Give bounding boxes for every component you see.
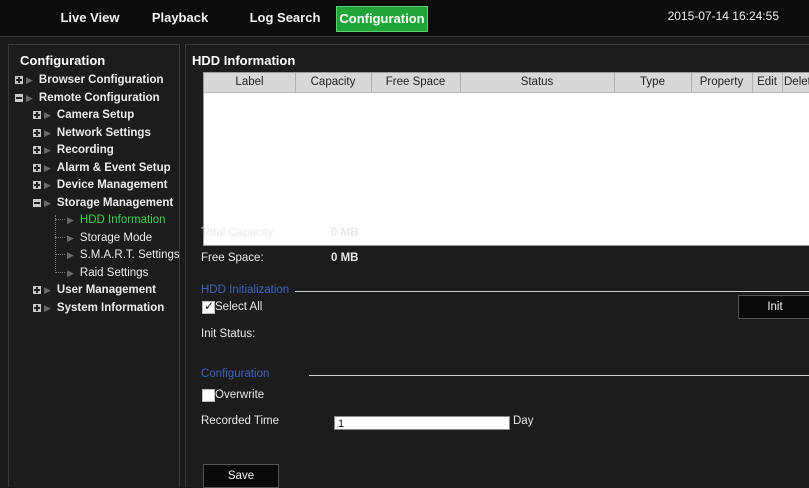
- column-header-label: Label: [204, 73, 296, 92]
- expand-plus-icon[interactable]: [15, 76, 23, 84]
- sidebar: Configuration ▶ Browser Configuration ▶ Re…: [8, 44, 180, 487]
- page-title: HDD Information: [192, 53, 296, 68]
- hdd-table: Label Capacity Free Space Status Type Pr…: [203, 72, 809, 246]
- sidebar-item-network-settings[interactable]: ▶ Network Settings: [33, 125, 151, 141]
- sidebar-item-device-management[interactable]: ▶ Device Management: [33, 177, 168, 193]
- free-space-label: Free Space:: [201, 252, 264, 264]
- expand-plus-icon[interactable]: [33, 181, 41, 189]
- expand-plus-icon[interactable]: [33, 304, 41, 312]
- sidebar-item-recording[interactable]: ▶ Recording: [33, 142, 114, 158]
- sidebar-item-browser-configuration[interactable]: ▶ Browser Configuration: [15, 72, 164, 88]
- overwrite-checkbox[interactable]: [202, 389, 215, 402]
- column-header-delete: Delete: [784, 76, 809, 88]
- column-header-status: Status: [460, 73, 615, 92]
- overwrite-label: Overwrite: [215, 389, 265, 401]
- tab-playback[interactable]: Playback: [140, 6, 220, 30]
- collapse-minus-icon[interactable]: [33, 199, 41, 207]
- sidebar-item-hdd-information[interactable]: ▶ HDD Information: [55, 212, 166, 228]
- init-button[interactable]: Init: [738, 295, 809, 319]
- total-capacity-label: Total Capacity:: [201, 227, 277, 239]
- main-panel: HDD Information Label Capacity Free Spac…: [185, 44, 809, 488]
- section-divider: [309, 375, 809, 376]
- arrow-right-icon: ▶: [44, 128, 51, 138]
- free-space-value: 0 MB: [331, 252, 359, 264]
- tab-live-view[interactable]: Live View: [46, 6, 134, 30]
- arrow-right-icon: ▶: [44, 198, 51, 208]
- arrow-right-icon: ▶: [67, 233, 74, 243]
- sidebar-item-system-information[interactable]: ▶ System Information: [33, 300, 164, 316]
- arrow-right-icon: ▶: [26, 93, 33, 103]
- collapse-minus-icon[interactable]: [15, 94, 23, 102]
- column-header-capacity: Capacity: [295, 73, 372, 92]
- recorded-time-label: Recorded Time: [201, 415, 279, 427]
- column-header-type: Type: [614, 73, 692, 92]
- arrow-right-icon: ▶: [44, 180, 51, 190]
- sidebar-item-raid-settings[interactable]: ▶ Raid Settings: [55, 265, 148, 281]
- arrow-right-icon: ▶: [44, 163, 51, 173]
- select-all-checkbox[interactable]: ✓: [202, 299, 215, 314]
- arrow-right-icon: ▶: [44, 110, 51, 120]
- init-status-label: Init Status:: [201, 328, 256, 340]
- column-header-edit: Edit: [752, 73, 783, 92]
- arrow-right-icon: ▶: [67, 215, 74, 225]
- sidebar-item-storage-mode[interactable]: ▶ Storage Mode: [55, 230, 152, 246]
- arrow-right-icon: ▶: [44, 145, 51, 155]
- hdd-initialization-section-title: HDD Initialization: [201, 284, 290, 296]
- tab-configuration[interactable]: Configuration: [336, 6, 428, 32]
- sidebar-item-camera-setup[interactable]: ▶ Camera Setup: [33, 107, 134, 123]
- top-navigation-bar: Live View Playback Log Search Configurat…: [0, 0, 809, 37]
- expand-plus-icon[interactable]: [33, 286, 41, 294]
- arrow-right-icon: ▶: [44, 303, 51, 313]
- table-header-row: Label Capacity Free Space Status Type Pr…: [204, 73, 809, 93]
- arrow-right-icon: ▶: [44, 285, 51, 295]
- sidebar-item-user-management[interactable]: ▶ User Management: [33, 282, 156, 298]
- sidebar-item-smart-settings[interactable]: ▶ S.M.A.R.T. Settings: [55, 247, 180, 263]
- expand-plus-icon[interactable]: [33, 129, 41, 137]
- total-capacity-value: 0 MB: [331, 227, 359, 239]
- expand-plus-icon[interactable]: [33, 164, 41, 172]
- section-divider: [295, 291, 809, 292]
- datetime-display: 2015-07-14 16:24:55: [667, 9, 779, 23]
- select-all-label: Select All: [215, 301, 263, 313]
- arrow-right-icon: ▶: [67, 250, 74, 260]
- column-header-property: Property: [691, 73, 753, 92]
- recorded-time-unit: Day: [513, 415, 534, 427]
- recorded-time-input[interactable]: 1: [334, 416, 510, 430]
- expand-plus-icon[interactable]: [33, 111, 41, 119]
- checkmark-icon: ✓: [204, 299, 215, 313]
- sidebar-item-storage-management[interactable]: ▶ Storage Management: [33, 195, 173, 211]
- save-button[interactable]: Save: [203, 464, 279, 488]
- sidebar-item-remote-configuration[interactable]: ▶ Remote Configuration: [15, 90, 160, 106]
- arrow-right-icon: ▶: [67, 268, 74, 278]
- sidebar-item-alarm-event-setup[interactable]: ▶ Alarm & Event Setup: [33, 160, 171, 176]
- column-header-free-space: Free Space: [371, 73, 461, 92]
- expand-plus-icon[interactable]: [33, 146, 41, 154]
- tab-log-search[interactable]: Log Search: [240, 6, 330, 30]
- arrow-right-icon: ▶: [26, 75, 33, 85]
- configuration-section-title: Configuration: [201, 368, 270, 380]
- sidebar-title: Configuration: [20, 53, 106, 68]
